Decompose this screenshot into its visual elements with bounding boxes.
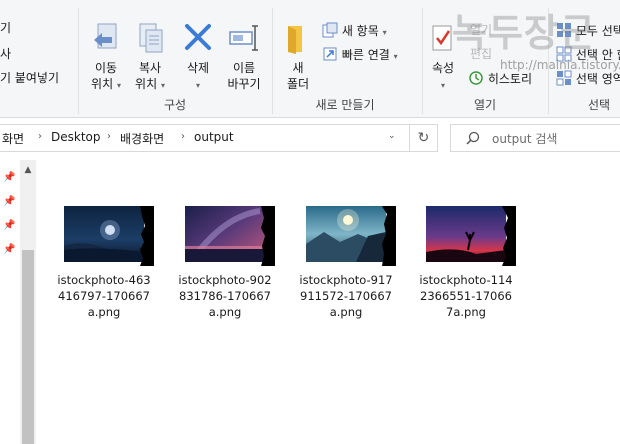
nav-scrollbar-thumb[interactable] (22, 250, 34, 444)
new-folder-icon (288, 26, 302, 54)
copy-to-label-1: 복사 (138, 61, 162, 75)
file-name: istockphoto-917 911572-170667 a.png (294, 272, 398, 320)
scroll-up-icon[interactable]: ▲ (20, 165, 36, 179)
clipboard-copy-partial[interactable]: 사 (0, 46, 11, 62)
open-group-label: 열기 (473, 98, 497, 112)
invert-selection-label: 선택 영역 반전 (575, 72, 620, 86)
rename-label-1: 이름 (232, 61, 256, 75)
chevron-down-icon: ▾ (160, 81, 165, 90)
file-thumbnail (185, 206, 275, 266)
file-name: istockphoto-902 831786-170667 a.png (173, 272, 277, 320)
refresh-button[interactable]: ↻ (410, 124, 438, 152)
file-name-line: 7a.png (446, 305, 486, 319)
file-name-line: 911572-170667 (300, 289, 392, 303)
copy-to-button[interactable]: 복사 위치 ▾ (130, 22, 170, 94)
new-group-label: 새로 만들기 (315, 98, 375, 112)
move-to-icon (94, 23, 117, 49)
organize-group-label: 구성 (163, 98, 187, 112)
history-label: 히스토리 (487, 72, 532, 86)
watermark-url: http://mainia.tistory.com (500, 58, 620, 72)
torn-edge (382, 206, 396, 266)
new-folder-label-1: 새 (292, 61, 304, 75)
select-group-label: 선택 (588, 98, 611, 112)
pin-icon[interactable]: 📌 (3, 220, 15, 231)
new-folder-button[interactable]: 새 폴더 (280, 22, 316, 92)
rename-button[interactable]: 이름 바꾸기 (222, 22, 266, 92)
copy-to-label-2: 위치 (135, 77, 158, 91)
mountain-lake-image (306, 206, 386, 262)
file-name: istockphoto-463 416797-170667 a.png (52, 272, 156, 320)
file-name-line: istockphoto-917 (299, 273, 393, 287)
move-to-label-1: 이동 (94, 61, 118, 75)
new-folder-label-2: 폴더 (286, 77, 310, 91)
easy-access-label: 빠른 연결 (341, 48, 390, 62)
file-name-line: istockphoto-114 (419, 273, 513, 287)
file-name-line: a.png (208, 305, 242, 319)
chevron-down-icon: ▾ (116, 81, 121, 90)
file-name-line: istockphoto-902 (178, 273, 272, 287)
new-item-button[interactable]: 새 항목 ▾ (322, 22, 387, 41)
ribbon: 기 사 기 붙여넣기 이동 위치 ▾ 복사 위치 ▾ 삭제 ▾ 이름 바꾸기 구… (0, 0, 620, 118)
torn-edge (140, 206, 154, 266)
delete-label: 삭제 (186, 61, 210, 75)
breadcrumb-item-4[interactable]: output (194, 130, 234, 144)
invert-selection-icon (556, 70, 572, 86)
watermark-title: 녹두장군 (452, 10, 596, 55)
rename-icon (229, 25, 258, 51)
chevron-down-icon: ▾ (440, 81, 445, 90)
file-name-line: a.png (87, 305, 121, 319)
move-to-label-2: 위치 (91, 77, 114, 91)
new-item-label: 새 항목 (341, 24, 379, 38)
copy-to-icon (139, 23, 163, 53)
history-icon (469, 71, 483, 85)
delete-button[interactable]: 삭제 ▾ (178, 22, 218, 94)
file-thumbnail (426, 206, 516, 266)
galaxy-sky-image (185, 206, 265, 262)
new-item-icon (322, 22, 338, 38)
clipboard-paste-partial[interactable]: 기 붙여넣기 (0, 70, 59, 86)
chevron-right-icon[interactable]: › (107, 131, 111, 142)
file-name-line: a.png (329, 305, 363, 319)
breadcrumb-item-1[interactable]: 화면 (2, 130, 24, 147)
torn-edge (261, 206, 275, 266)
file-name-line: 831786-170667 (179, 289, 271, 303)
chevron-down-icon: ▾ (195, 81, 200, 90)
file-thumbnail (64, 206, 154, 266)
breadcrumb-item-2[interactable]: Desktop (51, 130, 101, 144)
night-sky-moon-image (64, 206, 144, 262)
pin-icon[interactable]: 📌 (3, 172, 15, 183)
file-name-line: istockphoto-463 (57, 273, 151, 287)
search-icon (466, 131, 480, 145)
torn-edge (502, 206, 516, 266)
chevron-down-icon: ▾ (382, 28, 387, 37)
chevron-right-icon[interactable]: › (181, 131, 185, 142)
file-thumbnail (306, 206, 396, 266)
person-silhouette-sky-image (426, 206, 506, 262)
pin-icon[interactable]: 📌 (3, 196, 15, 207)
chevron-down-icon: ▾ (393, 52, 398, 61)
rename-label-2: 바꾸기 (227, 77, 261, 91)
refresh-icon: ↻ (417, 130, 430, 146)
chevron-right-icon[interactable]: › (38, 131, 42, 142)
file-name-line: 416797-170667 (58, 289, 150, 303)
clipboard-cut-partial[interactable]: 기 (0, 20, 11, 36)
file-name: istockphoto-114 2366551-17066 7a.png (414, 272, 518, 320)
pin-icon[interactable]: 📌 (3, 244, 15, 255)
file-name-line: 2366551-17066 (420, 289, 512, 303)
delete-icon (185, 24, 211, 50)
move-to-button[interactable]: 이동 위치 ▾ (86, 22, 126, 94)
chevron-down-icon[interactable]: ⌄ (388, 131, 396, 141)
easy-access-button[interactable]: 빠른 연결 ▾ (322, 46, 398, 65)
history-button[interactable]: 히스토리 (468, 70, 532, 87)
invert-selection-button[interactable]: 선택 영역 반전 (556, 70, 620, 87)
breadcrumb-item-3[interactable]: 배경화면 (120, 130, 164, 147)
properties-label: 속성 (431, 61, 455, 75)
easy-access-icon (323, 47, 337, 61)
search-input[interactable]: output 검색 (492, 130, 557, 147)
